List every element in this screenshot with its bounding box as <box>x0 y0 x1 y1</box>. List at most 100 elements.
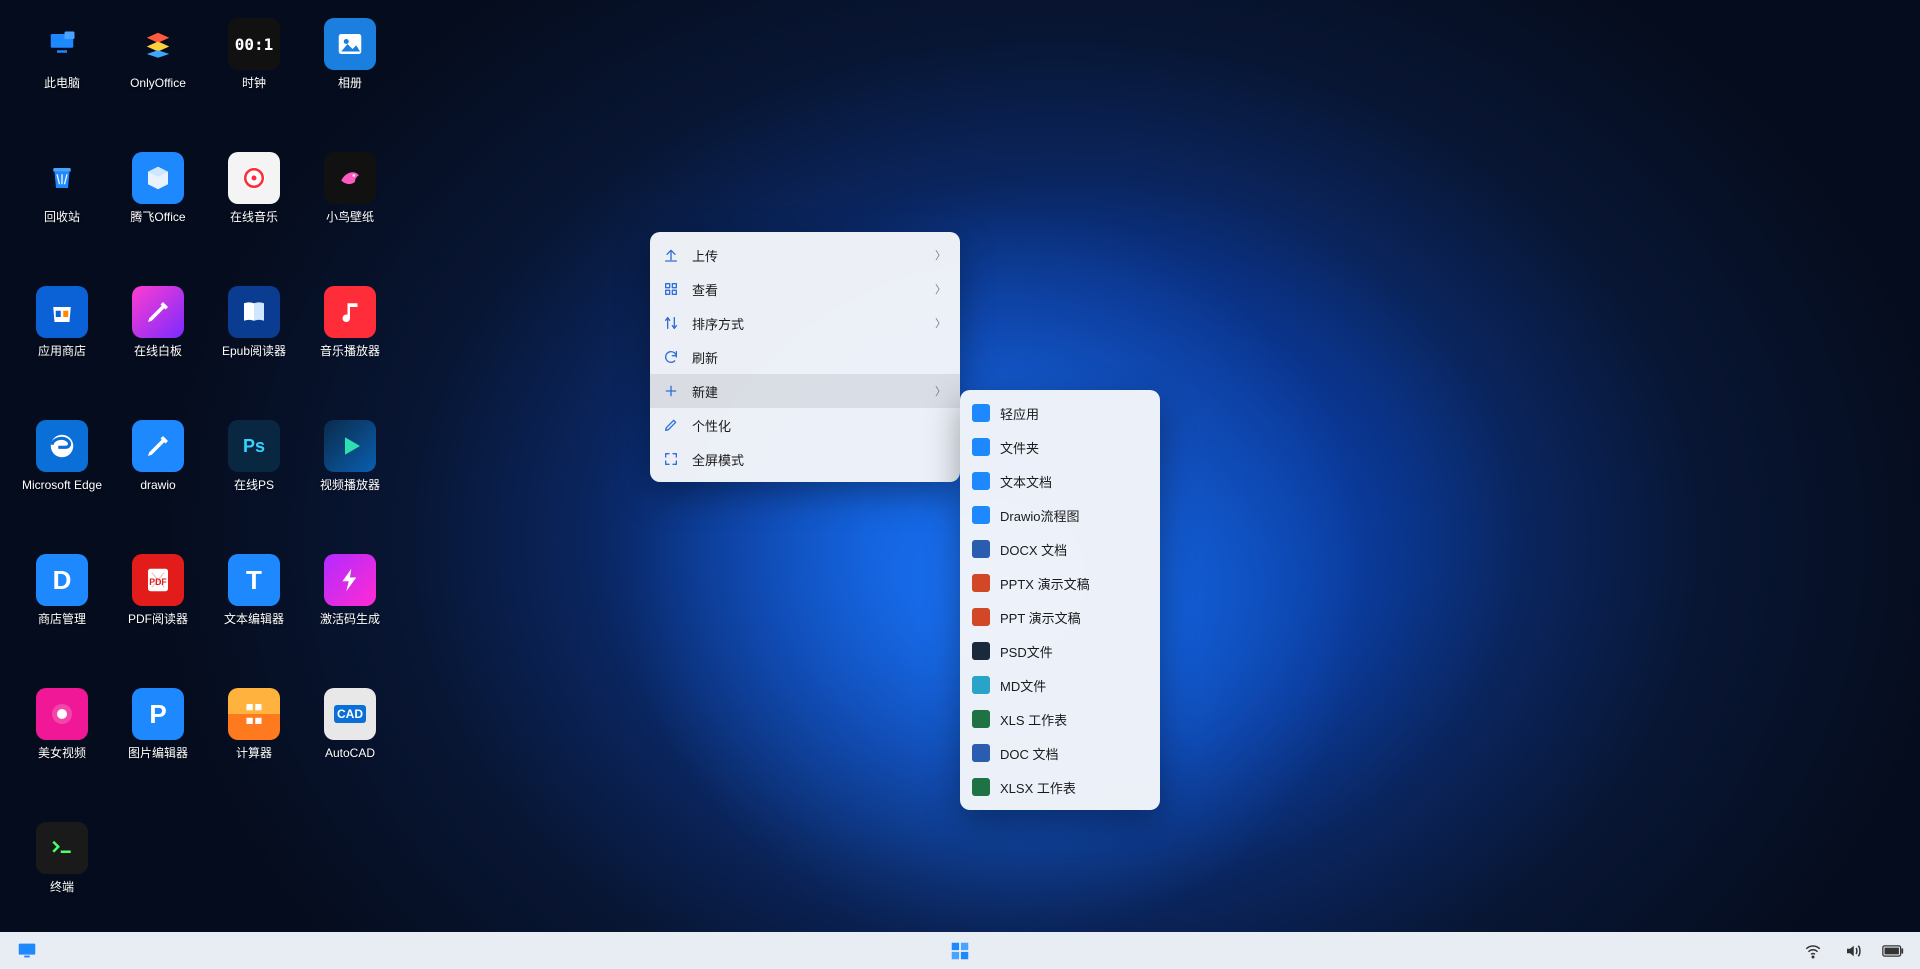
desktop-icon-this-pc[interactable]: 此电脑 <box>14 18 110 148</box>
submenu-item-txt[interactable]: 文本文档 <box>960 464 1160 498</box>
menu-item-label: 上传 <box>692 246 923 265</box>
desktop-icon-label: 时钟 <box>242 76 266 91</box>
context-submenu-new: 轻应用文件夹文本文档 Drawio流程图 DOCX 文档 PPTX 演示文稿 PPT 演… <box>960 390 1160 810</box>
start-button[interactable] <box>947 938 973 964</box>
gallery-icon <box>324 18 376 70</box>
submenu-item-label: 轻应用 <box>1000 404 1039 423</box>
recycle-icon <box>36 152 88 204</box>
drawio-icon <box>132 420 184 472</box>
desktop-icon-label: 在线白板 <box>134 344 182 359</box>
menu-item-view[interactable]: 查看〉 <box>650 272 960 306</box>
submenu-item-xlsx[interactable]: XLSX 工作表 <box>960 770 1160 804</box>
desktop-icon-tengfei[interactable]: 腾飞Office <box>110 152 206 282</box>
clock-icon: 00:1 <box>228 18 280 70</box>
desktop-icon-clock[interactable]: 00:1 时钟 <box>206 18 302 148</box>
submenu-item-doc[interactable]: DOC 文档 <box>960 736 1160 770</box>
desktop-icon-whiteboard[interactable]: 在线白板 <box>110 286 206 416</box>
music-online-icon <box>228 152 280 204</box>
menu-item-fullscreen[interactable]: 全屏模式 <box>650 442 960 476</box>
chevron-right-icon: 〉 <box>935 383 946 399</box>
desktop-icon-online-ps[interactable]: Ps在线PS <box>206 420 302 550</box>
tray-battery-icon[interactable] <box>1880 938 1906 964</box>
desktop-icon-label: 视频播放器 <box>320 478 380 493</box>
desktop-icon-img-editor[interactable]: P图片编辑器 <box>110 688 206 818</box>
submenu-item-docx[interactable]: DOCX 文档 <box>960 532 1160 566</box>
submenu-item-label: DOCX 文档 <box>1000 540 1067 559</box>
terminal-icon <box>36 822 88 874</box>
submenu-item-md[interactable]: MD文件 <box>960 668 1160 702</box>
desktop-icon-label: 美女视频 <box>38 746 86 761</box>
menu-item-new[interactable]: 新建〉 <box>650 374 960 408</box>
submenu-item-lite-app[interactable]: 轻应用 <box>960 396 1160 430</box>
tray-wifi-icon[interactable] <box>1800 938 1826 964</box>
desktop-icon-recycle[interactable]: 回收站 <box>14 152 110 282</box>
desktop-icon-label: drawio <box>140 478 175 493</box>
desktop-icon-text-editor[interactable]: T文本编辑器 <box>206 554 302 684</box>
desktop-icon-calculator[interactable]: 计算器 <box>206 688 302 818</box>
tray-volume-icon[interactable] <box>1840 938 1866 964</box>
desktop-icon-beauty[interactable]: 美女视频 <box>14 688 110 818</box>
filetype-docx-icon <box>972 540 990 558</box>
epub-icon <box>228 286 280 338</box>
menu-item-sort[interactable]: 排序方式〉 <box>650 306 960 340</box>
desktop-icon-appstore[interactable]: 应用商店 <box>14 286 110 416</box>
appstore-icon <box>36 286 88 338</box>
submenu-item-pptx[interactable]: PPTX 演示文稿 <box>960 566 1160 600</box>
desktop-icon-video-player[interactable]: 视频播放器 <box>302 420 398 550</box>
autocad-icon: CAD <box>324 688 376 740</box>
desktop-icon-label: 终端 <box>50 880 74 895</box>
desktop-icon-shop-manage[interactable]: D商店管理 <box>14 554 110 684</box>
onlyoffice-icon <box>132 18 184 70</box>
desktop-icon-edge[interactable]: Microsoft Edge <box>14 420 110 550</box>
sort-icon <box>662 314 680 332</box>
chevron-right-icon: 〉 <box>935 281 946 297</box>
desktop-icon-pdf[interactable]: PDF PDF阅读器 <box>110 554 206 684</box>
desktop-icon-label: 此电脑 <box>44 76 80 91</box>
expand-icon <box>662 450 680 468</box>
desktop-icon-gallery[interactable]: 相册 <box>302 18 398 148</box>
chevron-right-icon: 〉 <box>935 247 946 263</box>
menu-item-label: 个性化 <box>692 416 946 435</box>
menu-item-refresh[interactable]: 刷新 <box>650 340 960 374</box>
calculator-icon <box>228 688 280 740</box>
desktop-icon-autocad[interactable]: CAD AutoCAD <box>302 688 398 818</box>
desktop-icon-music-online[interactable]: 在线音乐 <box>206 152 302 282</box>
desktop-icon-music-player[interactable]: 音乐播放器 <box>302 286 398 416</box>
submenu-item-xls[interactable]: XLS 工作表 <box>960 702 1160 736</box>
tengfei-icon <box>132 152 184 204</box>
menu-item-upload[interactable]: 上传〉 <box>650 238 960 272</box>
desktop-icon-activation[interactable]: 激活码生成 <box>302 554 398 684</box>
submenu-item-ppt[interactable]: PPT 演示文稿 <box>960 600 1160 634</box>
desktop-icon-xiaoniao[interactable]: 小鸟壁纸 <box>302 152 398 282</box>
desktop-icon-label: PDF阅读器 <box>128 612 188 627</box>
desktop-icon-label: 激活码生成 <box>320 612 380 627</box>
taskbar-app-pc[interactable] <box>14 938 40 964</box>
edge-icon <box>36 420 88 472</box>
submenu-item-folder[interactable]: 文件夹 <box>960 430 1160 464</box>
desktop-icon-label: 小鸟壁纸 <box>326 210 374 225</box>
desktop-icon-label: 在线音乐 <box>230 210 278 225</box>
grid-icon <box>662 280 680 298</box>
submenu-item-drawio[interactable]: Drawio流程图 <box>960 498 1160 532</box>
desktop-icon-label: 在线PS <box>234 478 274 493</box>
submenu-item-psd[interactable]: PSD文件 <box>960 634 1160 668</box>
desktop-icon-epub[interactable]: Epub阅读器 <box>206 286 302 416</box>
desktop-icon-label: 计算器 <box>236 746 272 761</box>
desktop-icon-onlyoffice[interactable]: OnlyOffice <box>110 18 206 148</box>
submenu-item-label: PPT 演示文稿 <box>1000 608 1081 627</box>
img-editor-icon: P <box>132 688 184 740</box>
menu-item-personalize[interactable]: 个性化 <box>650 408 960 442</box>
pencil-icon <box>662 416 680 434</box>
svg-text:PDF: PDF <box>149 577 167 587</box>
desktop-icon-drawio[interactable]: drawio <box>110 420 206 550</box>
submenu-item-label: 文本文档 <box>1000 472 1052 491</box>
whiteboard-icon <box>132 286 184 338</box>
desktop-icon-label: AutoCAD <box>325 746 375 761</box>
plus-icon <box>662 382 680 400</box>
submenu-item-label: PSD文件 <box>1000 642 1053 661</box>
filetype-xls-icon <box>972 710 990 728</box>
desktop[interactable]: 此电脑 OnlyOffice 00:1 时钟 相册回收站腾飞Office 在线音乐 小鸟壁纸… <box>0 0 1920 932</box>
filetype-xlsx-icon <box>972 778 990 796</box>
menu-item-label: 查看 <box>692 280 923 299</box>
xiaoniao-icon <box>324 152 376 204</box>
